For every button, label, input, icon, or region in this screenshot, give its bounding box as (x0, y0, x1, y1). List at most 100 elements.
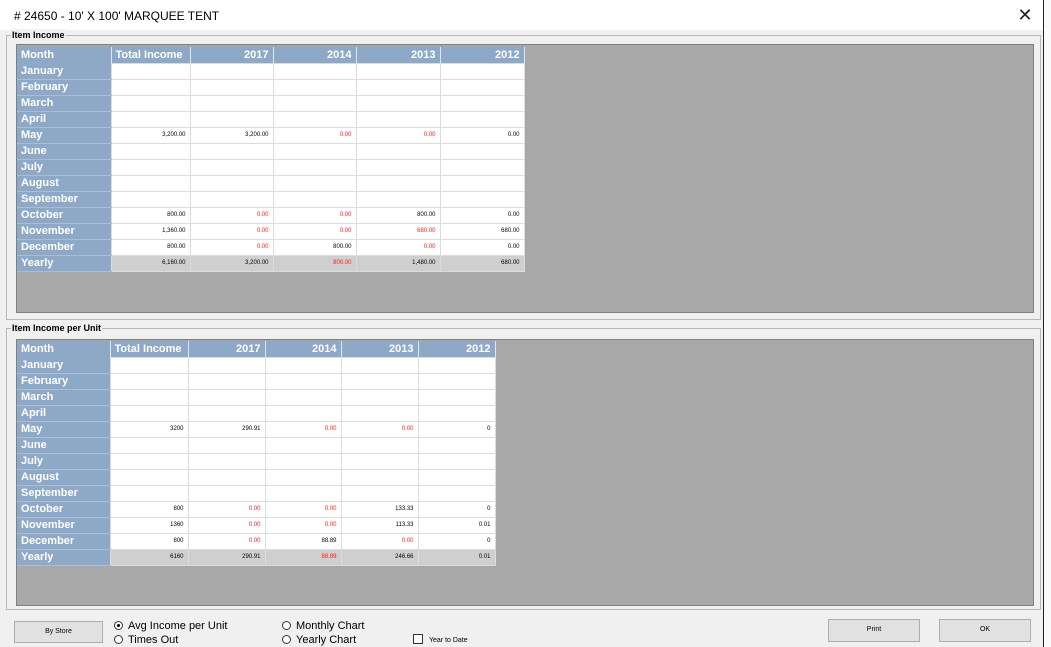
table-cell[interactable] (264, 404, 342, 422)
table-cell[interactable] (417, 484, 496, 502)
table-cell[interactable] (340, 372, 419, 390)
table-row[interactable]: July (17, 452, 496, 470)
table-cell[interactable]: 0.00 (272, 126, 357, 144)
table-cell[interactable] (439, 62, 525, 80)
table-cell[interactable] (355, 142, 441, 160)
table-cell[interactable] (264, 484, 342, 502)
table-row[interactable]: April (17, 110, 525, 128)
table-cell[interactable] (272, 158, 357, 176)
year-to-date-checkbox[interactable]: Year to Date (413, 634, 468, 646)
table-cell[interactable]: 0.00 (439, 238, 525, 256)
table-row[interactable]: April (17, 404, 496, 422)
table-cell[interactable] (109, 452, 189, 470)
table-row[interactable]: December 800 0.00 88.89 0.00 0 (17, 532, 496, 550)
table-cell[interactable] (340, 452, 419, 470)
table-cell[interactable] (109, 356, 189, 374)
table-cell[interactable] (189, 142, 274, 160)
yearly-chart-radio[interactable]: Yearly Chart (282, 634, 356, 647)
table-cell[interactable] (110, 158, 191, 176)
table-cell[interactable] (109, 404, 189, 422)
table-row[interactable]: January (17, 62, 525, 80)
table-cell[interactable] (355, 190, 441, 208)
column-header[interactable]: 2014 (273, 47, 357, 63)
table-cell[interactable]: 246.66 (340, 548, 419, 566)
table-cell[interactable] (355, 110, 441, 128)
table-cell[interactable]: 0.00 (272, 222, 357, 240)
table-cell[interactable] (439, 190, 525, 208)
table-cell[interactable]: 800.00 (355, 206, 441, 224)
table-cell[interactable] (189, 190, 274, 208)
table-cell[interactable] (439, 78, 525, 96)
table-cell[interactable]: 1,480.00 (355, 254, 441, 272)
table-cell[interactable] (439, 174, 525, 192)
table-cell[interactable]: 0.00 (439, 126, 525, 144)
table-row[interactable]: October 800.00 0.00 0.00 800.00 0.00 (17, 206, 525, 224)
table-cell[interactable]: 800 (109, 500, 189, 518)
table-cell[interactable] (417, 468, 496, 486)
table-cell[interactable] (189, 94, 274, 112)
table-cell[interactable] (355, 158, 441, 176)
table-cell[interactable]: 290.91 (187, 548, 266, 566)
column-header[interactable]: Month (17, 47, 112, 63)
table-cell[interactable] (272, 78, 357, 96)
table-cell[interactable] (187, 484, 266, 502)
table-cell[interactable] (417, 404, 496, 422)
table-cell[interactable] (417, 356, 496, 374)
table-row[interactable]: May 3,200.00 3,200.00 0.00 0.00 0.00 (17, 126, 525, 144)
table-row[interactable]: July (17, 158, 525, 176)
table-cell[interactable] (340, 388, 419, 406)
table-cell[interactable]: 800.00 (272, 254, 357, 272)
table-cell[interactable]: 800 (109, 532, 189, 550)
table-cell[interactable]: 0.00 (340, 532, 419, 550)
table-cell[interactable]: 0.00 (355, 126, 441, 144)
table-cell[interactable] (109, 468, 189, 486)
table-cell[interactable] (355, 174, 441, 192)
table-cell[interactable]: 290.91 (187, 420, 266, 438)
table-cell[interactable] (439, 142, 525, 160)
table-cell[interactable] (187, 436, 266, 454)
column-header[interactable]: Total Income (110, 341, 189, 357)
table-cell[interactable] (340, 468, 419, 486)
table-row[interactable]: September (17, 484, 496, 502)
table-cell[interactable]: 0.00 (187, 532, 266, 550)
table-cell[interactable] (110, 78, 191, 96)
table-cell[interactable] (272, 190, 357, 208)
table-cell[interactable] (109, 436, 189, 454)
column-header[interactable]: 2013 (356, 47, 441, 63)
table-cell[interactable] (109, 388, 189, 406)
column-header[interactable]: Month (17, 341, 111, 357)
table-cell[interactable] (189, 110, 274, 128)
table-cell[interactable]: 1,360.00 (110, 222, 191, 240)
table-cell[interactable]: 0.01 (417, 548, 496, 566)
table-cell[interactable] (109, 372, 189, 390)
table-cell[interactable] (187, 468, 266, 486)
table-cell[interactable] (355, 62, 441, 80)
table-row[interactable]: November 1,360.00 0.00 0.00 680.00 680.00 (17, 222, 525, 240)
table-cell[interactable] (355, 78, 441, 96)
table-cell[interactable] (340, 356, 419, 374)
column-header[interactable]: 2012 (418, 341, 496, 357)
times-out-radio[interactable]: Times Out (114, 634, 178, 647)
table-cell[interactable]: 3200 (109, 420, 189, 438)
table-cell[interactable]: 0.00 (439, 206, 525, 224)
table-row[interactable]: January (17, 356, 496, 374)
ok-button[interactable]: OK (939, 619, 1031, 642)
table-cell[interactable] (110, 62, 191, 80)
table-cell[interactable] (189, 158, 274, 176)
table-cell[interactable]: 0.00 (264, 516, 342, 534)
table-cell[interactable]: 0.00 (189, 222, 274, 240)
table-cell[interactable] (187, 372, 266, 390)
table-cell[interactable]: 800.00 (110, 238, 191, 256)
table-cell[interactable]: 680.00 (355, 222, 441, 240)
table-cell[interactable] (439, 158, 525, 176)
table-cell[interactable] (110, 142, 191, 160)
table-cell[interactable] (110, 94, 191, 112)
table-cell[interactable]: 0.00 (355, 238, 441, 256)
table-row[interactable]: June (17, 436, 496, 454)
table-cell[interactable] (439, 94, 525, 112)
table-cell[interactable] (272, 142, 357, 160)
table-cell[interactable] (187, 404, 266, 422)
table-cell[interactable]: 0.00 (189, 238, 274, 256)
table-cell[interactable]: 3,200.00 (189, 126, 274, 144)
table-cell[interactable] (187, 452, 266, 470)
